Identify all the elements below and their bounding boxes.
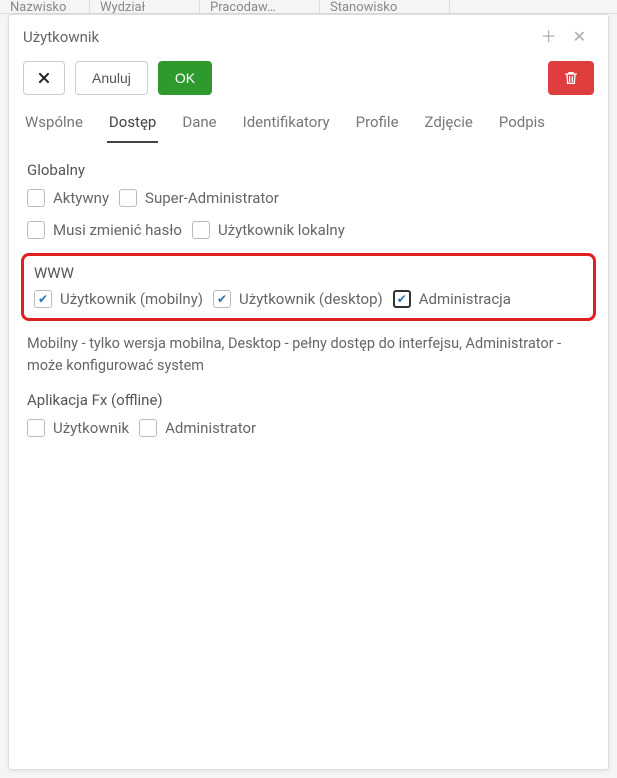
checkbox-label: Użytkownik lokalny (218, 221, 345, 239)
www-highlight: WWW Użytkownik (mobilny) Użytkownik (des… (21, 253, 596, 321)
checkbox[interactable] (27, 189, 45, 207)
cancel-button[interactable]: Anuluj (75, 61, 148, 95)
bg-col: Nazwisko (0, 0, 90, 13)
checkbox-label: Super-Administrator (145, 189, 279, 207)
global-row-2: Musi zmienić hasło Użytkownik lokalny (27, 221, 590, 239)
check-fx-uzytkownik[interactable]: Użytkownik (27, 419, 129, 437)
checkbox-label: Administrator (165, 419, 256, 437)
background-table-header: Nazwisko Wydział Pracodaw… Stanowisko (0, 0, 617, 14)
dialog-header: Użytkownik ＋ ✕ (9, 15, 608, 57)
dialog-toolbar: Anuluj OK (9, 57, 608, 107)
bg-col: Stanowisko (320, 0, 450, 13)
checkbox-label: Aktywny (53, 189, 109, 207)
bg-col: Wydział (90, 0, 200, 13)
check-uzytkownik-mobilny[interactable]: Użytkownik (mobilny) (34, 290, 203, 308)
checkbox[interactable] (119, 189, 137, 207)
trash-icon (563, 70, 579, 86)
close-button[interactable] (23, 61, 65, 95)
global-row-1: Aktywny Super-Administrator (27, 189, 590, 207)
dialog-tabs: Wspólne Dostęp Dane Identifikatory Profi… (9, 107, 608, 143)
checkbox-label: Administracja (419, 290, 511, 308)
dialog-content: Globalny Aktywny Super-Administrator Mus… (9, 143, 608, 769)
tab-podpis[interactable]: Podpis (497, 107, 547, 143)
check-administracja[interactable]: Administracja (393, 290, 511, 308)
check-fx-administrator[interactable]: Administrator (139, 419, 256, 437)
tab-wspolne[interactable]: Wspólne (23, 107, 85, 143)
checkbox-label: Musi zmienić hasło (53, 221, 182, 239)
tab-dane[interactable]: Dane (180, 107, 218, 143)
checkbox[interactable] (213, 290, 231, 308)
close-icon[interactable]: ✕ (565, 25, 594, 49)
checkbox[interactable] (139, 419, 157, 437)
x-icon (36, 70, 52, 86)
tab-zdjecie[interactable]: Zdjęcie (423, 107, 475, 143)
checkbox[interactable] (27, 221, 45, 239)
delete-button[interactable] (548, 61, 594, 95)
checkbox[interactable] (393, 290, 411, 308)
checkbox[interactable] (192, 221, 210, 239)
tab-profile[interactable]: Profile (354, 107, 401, 143)
tab-dostep[interactable]: Dostęp (107, 107, 158, 143)
checkbox-label: Użytkownik (desktop) (239, 290, 383, 308)
check-uzytkownik-lokalny[interactable]: Użytkownik lokalny (192, 221, 345, 239)
bg-col: Pracodaw… (200, 0, 320, 13)
ok-button[interactable]: OK (158, 61, 212, 95)
checkbox[interactable] (27, 419, 45, 437)
fx-row: Użytkownik Administrator (27, 419, 590, 437)
section-title-global: Globalny (27, 161, 590, 179)
dialog-title: Użytkownik (23, 28, 533, 46)
check-super-admin[interactable]: Super-Administrator (119, 189, 279, 207)
user-dialog: Użytkownik ＋ ✕ Anuluj OK Wspólne Dostęp … (8, 14, 609, 770)
add-icon[interactable]: ＋ (533, 25, 565, 49)
check-musi-zmienic-haslo[interactable]: Musi zmienić hasło (27, 221, 182, 239)
check-uzytkownik-desktop[interactable]: Użytkownik (desktop) (213, 290, 383, 308)
www-row: Użytkownik (mobilny) Użytkownik (desktop… (34, 290, 583, 308)
www-help-text: Mobilny - tylko wersja mobilna, Desktop … (27, 333, 590, 377)
checkbox-label: Użytkownik (mobilny) (60, 290, 203, 308)
section-title-www: WWW (34, 264, 583, 282)
checkbox-label: Użytkownik (53, 419, 129, 437)
check-aktywny[interactable]: Aktywny (27, 189, 109, 207)
section-title-fx: Aplikacja Fx (offline) (27, 391, 590, 409)
tab-identifikatory[interactable]: Identifikatory (241, 107, 332, 143)
checkbox[interactable] (34, 290, 52, 308)
